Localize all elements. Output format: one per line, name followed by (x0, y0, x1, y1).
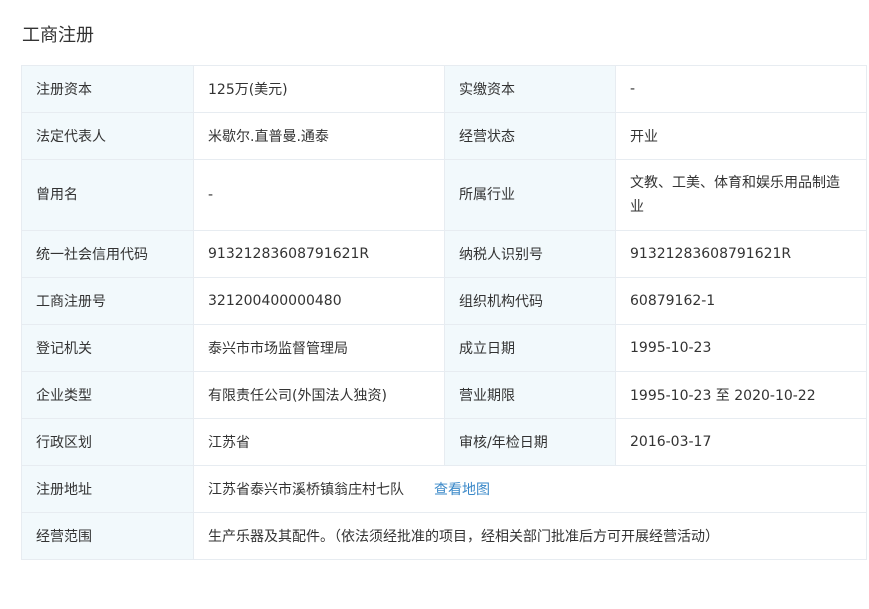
view-map-link[interactable]: 查看地图 (434, 482, 490, 498)
taxpayer-id-label: 纳税人识别号 (444, 230, 616, 278)
table-row: 企业类型 有限责任公司(外国法人独资) 营业期限 1995-10-23 至 20… (21, 371, 867, 419)
administrative-region-value: 江苏省 (193, 418, 445, 466)
organization-code-value: 60879162-1 (615, 277, 867, 325)
business-scope-value: 生产乐器及其配件。（依法须经批准的项目，经相关部门批准后方可开展经营活动） (193, 512, 867, 560)
table-row: 统一社会信用代码 91321283608791621R 纳税人识别号 91321… (21, 230, 867, 278)
founded-date-label: 成立日期 (444, 324, 616, 372)
business-registration-panel: 工商注册 注册资本 125万(美元) 实缴资本 - 法定代表人 米歇尔.直普曼.… (0, 0, 869, 609)
table-row: 登记机关 泰兴市市场监督管理局 成立日期 1995-10-23 (21, 324, 867, 372)
business-scope-label: 经营范围 (21, 512, 194, 560)
business-term-label: 营业期限 (444, 371, 616, 419)
table-row: 曾用名 - 所属行业 文教、工美、体育和娱乐用品制造业 (21, 159, 867, 231)
registered-capital-label: 注册资本 (21, 65, 194, 113)
former-name-value: - (193, 159, 445, 231)
industry-label: 所属行业 (444, 159, 616, 231)
inspection-date-label: 审核/年检日期 (444, 418, 616, 466)
registration-authority-value: 泰兴市市场监督管理局 (193, 324, 445, 372)
former-name-label: 曾用名 (21, 159, 194, 231)
table-row: 注册资本 125万(美元) 实缴资本 - (21, 65, 867, 113)
legal-representative-label: 法定代表人 (21, 112, 194, 160)
table-row: 注册地址 江苏省泰兴市溪桥镇翁庄村七队 查看地图 (21, 465, 867, 513)
registered-address-cell: 江苏省泰兴市溪桥镇翁庄村七队 查看地图 (193, 465, 867, 513)
table-row: 工商注册号 321200400000480 组织机构代码 60879162-1 (21, 277, 867, 325)
credit-code-label: 统一社会信用代码 (21, 230, 194, 278)
table-row: 法定代表人 米歇尔.直普曼.通泰 经营状态 开业 (21, 112, 867, 160)
industry-value: 文教、工美、体育和娱乐用品制造业 (615, 159, 867, 231)
table-row: 经营范围 生产乐器及其配件。（依法须经批准的项目，经相关部门批准后方可开展经营活… (21, 512, 867, 560)
administrative-region-label: 行政区划 (21, 418, 194, 466)
paid-in-capital-value: - (615, 65, 867, 113)
registration-info-table: 注册资本 125万(美元) 实缴资本 - 法定代表人 米歇尔.直普曼.通泰 经营… (21, 65, 867, 560)
inspection-date-value: 2016-03-17 (615, 418, 867, 466)
company-type-label: 企业类型 (21, 371, 194, 419)
registered-address-label: 注册地址 (21, 465, 194, 513)
operating-status-label: 经营状态 (444, 112, 616, 160)
legal-representative-value: 米歇尔.直普曼.通泰 (193, 112, 445, 160)
registration-authority-label: 登记机关 (21, 324, 194, 372)
registration-number-label: 工商注册号 (21, 277, 194, 325)
operating-status-value: 开业 (615, 112, 867, 160)
taxpayer-id-value: 91321283608791621R (615, 230, 867, 278)
table-row: 行政区划 江苏省 审核/年检日期 2016-03-17 (21, 418, 867, 466)
registered-address-value: 江苏省泰兴市溪桥镇翁庄村七队 (208, 482, 404, 498)
credit-code-value: 91321283608791621R (193, 230, 445, 278)
organization-code-label: 组织机构代码 (444, 277, 616, 325)
business-term-value: 1995-10-23 至 2020-10-22 (615, 371, 867, 419)
company-type-value: 有限责任公司(外国法人独资) (193, 371, 445, 419)
registration-number-value: 321200400000480 (193, 277, 445, 325)
founded-date-value: 1995-10-23 (615, 324, 867, 372)
paid-in-capital-label: 实缴资本 (444, 65, 616, 113)
section-title: 工商注册 (22, 25, 94, 46)
registered-capital-value: 125万(美元) (193, 65, 445, 113)
